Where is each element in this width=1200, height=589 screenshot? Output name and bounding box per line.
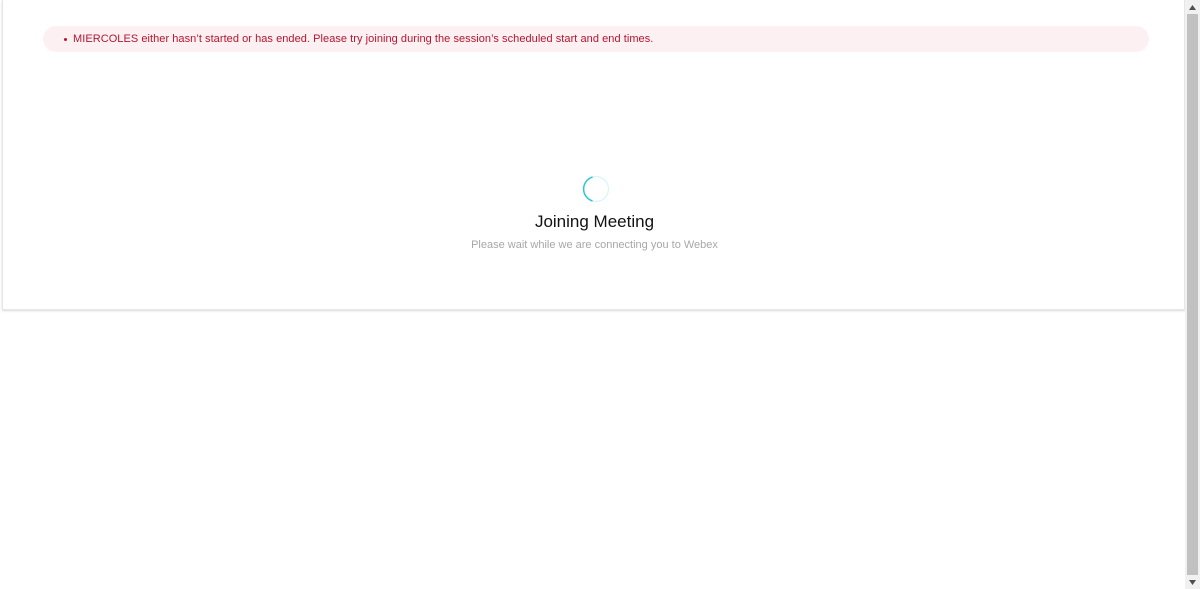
connecting-subtitle: Please wait while we are connecting you …: [471, 239, 718, 251]
vertical-scrollbar[interactable]: [1185, 0, 1200, 589]
scroll-down-arrow-icon[interactable]: [1185, 575, 1200, 589]
alert-message: MIERCOLES either hasn’t started or has e…: [73, 33, 654, 45]
joining-meeting-title: Joining Meeting: [534, 212, 655, 231]
page-viewport: MIERCOLES either hasn’t started or has e…: [0, 0, 1200, 589]
join-meeting-card: MIERCOLES either hasn’t started or has e…: [2, 0, 1185, 310]
spinner-arc: [582, 176, 593, 202]
scroll-up-arrow-icon[interactable]: [1185, 0, 1200, 14]
scrollbar-thumb[interactable]: [1187, 14, 1198, 575]
error-alert-banner: MIERCOLES either hasn’t started or has e…: [43, 26, 1149, 52]
alert-bullet-icon: [64, 37, 67, 41]
loading-spinner-icon: [582, 175, 610, 203]
